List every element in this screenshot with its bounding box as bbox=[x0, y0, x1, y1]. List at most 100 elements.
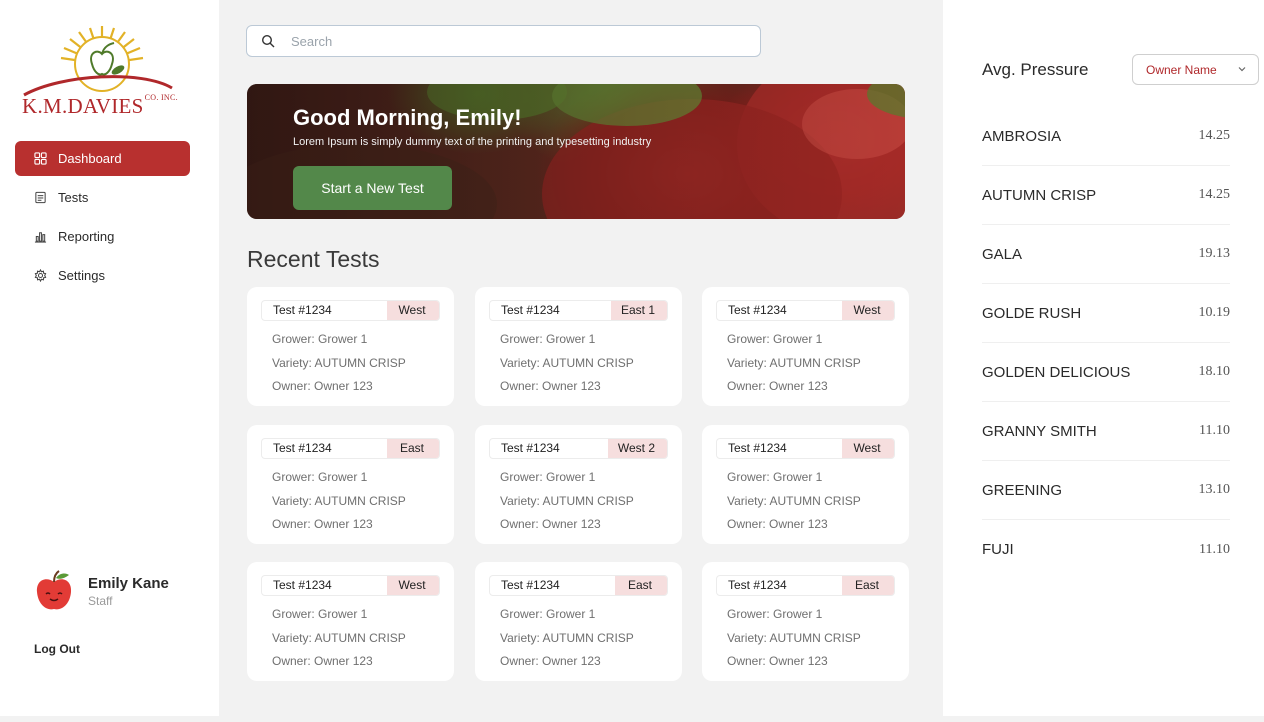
grower-text: Grower: Grower 1 bbox=[500, 470, 596, 484]
list-item[interactable]: GRANNY SMITH 11.10 bbox=[982, 402, 1230, 461]
grower-text: Grower: Grower 1 bbox=[727, 607, 823, 621]
variety-text: Variety: AUTUMN CRISP bbox=[727, 631, 861, 645]
owner-text: Owner: Owner 123 bbox=[500, 517, 601, 531]
variety-text: Variety: AUTUMN CRISP bbox=[272, 356, 406, 370]
variety-name: AMBROSIA bbox=[982, 127, 1062, 145]
nav-item-reporting[interactable]: Reporting bbox=[15, 219, 190, 254]
grower-text: Grower: Grower 1 bbox=[500, 607, 596, 621]
test-id: Test #1234 bbox=[501, 578, 560, 592]
grower-text: Grower: Grower 1 bbox=[272, 470, 368, 484]
search-input[interactable] bbox=[291, 33, 731, 49]
test-id: Test #1234 bbox=[728, 578, 787, 592]
sidebar: K.M.DAVIESCO. INC. Dashboard Tests Repor… bbox=[0, 0, 219, 716]
owner-text: Owner: Owner 123 bbox=[272, 654, 373, 668]
list-item[interactable]: GREENING 13.10 bbox=[982, 461, 1230, 520]
test-card[interactable]: Test #1234 West Grower: Grower 1 Variety:… bbox=[247, 287, 454, 406]
variety-text: Variety: AUTUMN CRISP bbox=[727, 356, 861, 370]
region-badge: East bbox=[842, 576, 894, 595]
logout-link[interactable]: Log Out bbox=[34, 642, 80, 656]
user-profile[interactable]: Emily Kane Staff bbox=[34, 570, 169, 612]
tests-icon bbox=[34, 191, 48, 205]
list-item[interactable]: AMBROSIA 14.25 bbox=[982, 107, 1230, 166]
pressure-value: 11.10 bbox=[1199, 423, 1230, 438]
grower-text: Grower: Grower 1 bbox=[727, 470, 823, 484]
test-card[interactable]: Test #1234 East Grower: Grower 1 Variety:… bbox=[247, 425, 454, 544]
test-card[interactable]: Test #1234 West 2 Grower: Grower 1 Variet… bbox=[475, 425, 682, 544]
test-id: Test #1234 bbox=[501, 441, 560, 455]
owner-text: Owner: Owner 123 bbox=[272, 517, 373, 531]
pressure-value: 11.10 bbox=[1199, 541, 1230, 557]
test-card-header: Test #1234 East 1 bbox=[489, 300, 668, 321]
grower-text: Grower: Grower 1 bbox=[272, 332, 368, 346]
variety-name: AUTUMN CRISP bbox=[982, 186, 1097, 204]
avatar bbox=[36, 570, 72, 610]
variety-name: GALA bbox=[982, 245, 1023, 263]
avg-pressure-panel: Avg. Pressure Owner Name AMBROSIA 14.25 A… bbox=[943, 0, 1264, 716]
variety-text: Variety: AUTUMN CRISP bbox=[500, 494, 634, 508]
welcome-banner: Good Morning, Emily! Lorem Ipsum is simp… bbox=[247, 84, 905, 219]
company-logo[interactable]: K.M.DAVIESCO. INC. bbox=[22, 22, 182, 122]
list-item[interactable]: AUTUMN CRISP 14.25 bbox=[982, 166, 1230, 225]
dropdown-selected-value: Owner Name bbox=[1146, 62, 1217, 77]
chevron-down-icon bbox=[1238, 67, 1246, 72]
variety-text: Variety: AUTUMN CRISP bbox=[272, 494, 406, 508]
variety-text: Variety: AUTUMN CRISP bbox=[727, 494, 861, 508]
nav-item-dashboard[interactable]: Dashboard bbox=[15, 141, 190, 176]
test-id: Test #1234 bbox=[273, 303, 332, 317]
test-card-header: Test #1234 East bbox=[716, 575, 895, 596]
test-id: Test #1234 bbox=[501, 303, 560, 317]
test-card-header: Test #1234 West bbox=[261, 575, 440, 596]
owner-text: Owner: Owner 123 bbox=[727, 379, 828, 393]
region-badge: West 2 bbox=[607, 439, 667, 458]
nav-item-settings[interactable]: Settings bbox=[15, 258, 190, 293]
test-card[interactable]: Test #1234 East Grower: Grower 1 Variety:… bbox=[475, 562, 682, 681]
region-badge: East 1 bbox=[610, 301, 667, 320]
nav-label: Settings bbox=[58, 268, 105, 283]
search-bar[interactable] bbox=[246, 25, 761, 57]
region-badge: East bbox=[387, 439, 439, 458]
list-item[interactable]: GOLDE RUSH 10.19 bbox=[982, 284, 1230, 343]
owner-text: Owner: Owner 123 bbox=[500, 654, 601, 668]
list-item[interactable]: GALA 19.13 bbox=[982, 225, 1230, 284]
nav-item-tests[interactable]: Tests bbox=[15, 180, 190, 215]
variety-name: GOLDE RUSH bbox=[982, 304, 1082, 322]
test-card[interactable]: Test #1234 West Grower: Grower 1 Variety:… bbox=[702, 287, 909, 406]
greeting-title: Good Morning, Emily! bbox=[293, 105, 522, 130]
test-card[interactable]: Test #1234 East 1 Grower: Grower 1 Variet… bbox=[475, 287, 682, 406]
test-card-header: Test #1234 East bbox=[261, 438, 440, 459]
list-item[interactable]: FUJI 11.10 bbox=[982, 520, 1230, 579]
nav-label: Tests bbox=[58, 190, 89, 205]
recent-tests-title: Recent Tests bbox=[247, 246, 380, 272]
pressure-value: 14.25 bbox=[1198, 128, 1231, 143]
owner-text: Owner: Owner 123 bbox=[727, 654, 828, 668]
pressure-value: 14.25 bbox=[1198, 187, 1231, 202]
nav-label: Reporting bbox=[58, 229, 115, 244]
test-card[interactable]: Test #1234 East Grower: Grower 1 Variety:… bbox=[702, 562, 909, 681]
test-card-header: Test #1234 West 2 bbox=[489, 438, 668, 459]
pressure-value: 18.10 bbox=[1198, 364, 1231, 379]
settings-icon bbox=[34, 268, 48, 283]
list-item[interactable]: GOLDEN DELICIOUS 18.10 bbox=[982, 343, 1230, 402]
region-badge: West bbox=[842, 439, 894, 458]
variety-name: FUJI bbox=[982, 541, 1014, 558]
start-new-test-button[interactable]: Start a New Test bbox=[293, 166, 452, 210]
test-card-header: Test #1234 West bbox=[716, 438, 895, 459]
region-badge: East bbox=[615, 576, 667, 595]
variety-text: Variety: AUTUMN CRISP bbox=[272, 631, 406, 645]
search-icon bbox=[261, 34, 275, 48]
test-card[interactable]: Test #1234 West Grower: Grower 1 Variety:… bbox=[247, 562, 454, 681]
owner-text: Owner: Owner 123 bbox=[500, 379, 601, 393]
avg-pressure-title: Avg. Pressure bbox=[982, 60, 1089, 79]
logo-wordmark: K.M.DAVIESCO. INC. bbox=[22, 93, 178, 119]
owner-name-dropdown[interactable]: Owner Name bbox=[1132, 54, 1259, 85]
region-badge: West bbox=[387, 576, 439, 595]
grower-text: Grower: Grower 1 bbox=[500, 332, 596, 346]
test-card-header: Test #1234 West bbox=[261, 300, 440, 321]
owner-text: Owner: Owner 123 bbox=[727, 517, 828, 531]
test-card[interactable]: Test #1234 West Grower: Grower 1 Variety:… bbox=[702, 425, 909, 544]
variety-name: GREENING bbox=[982, 481, 1063, 499]
test-id: Test #1234 bbox=[728, 441, 787, 455]
variety-name: GRANNY SMITH bbox=[982, 422, 1097, 440]
variety-text: Variety: AUTUMN CRISP bbox=[500, 631, 634, 645]
logo-emblem-icon bbox=[23, 26, 173, 97]
